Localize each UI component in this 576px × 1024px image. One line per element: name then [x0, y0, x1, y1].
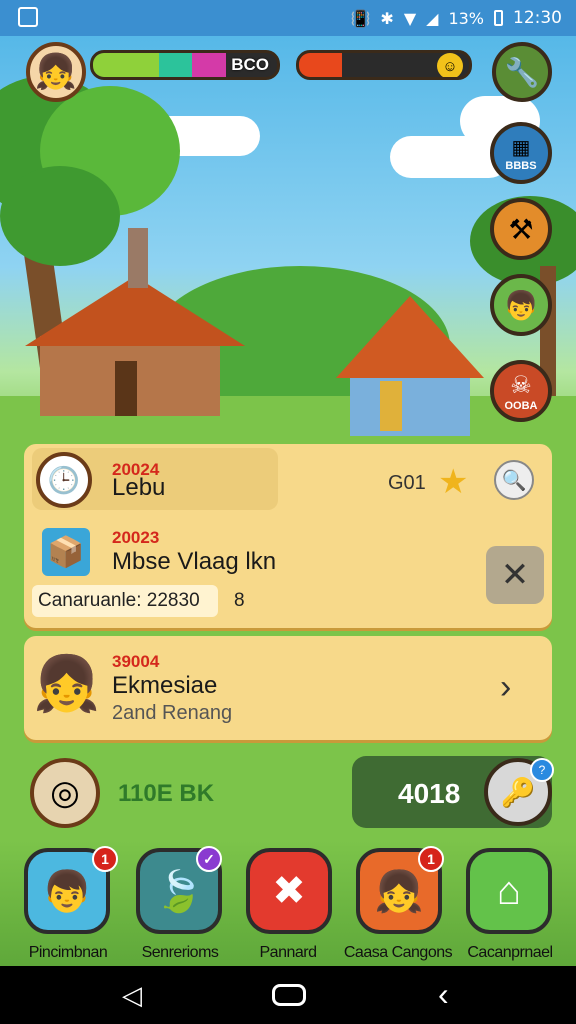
blue-house — [350, 376, 470, 436]
quest-title[interactable]: Lebu — [112, 474, 165, 502]
xp-segment — [93, 53, 127, 77]
coins-text: 110E BK — [118, 780, 215, 807]
explore-year: 39004 — [112, 652, 160, 671]
blue-house-roof — [336, 296, 484, 378]
vibrate-icon: 📳 — [350, 8, 371, 28]
energy-bar-fill — [299, 53, 342, 77]
bluetooth-icon: ✱ — [380, 8, 394, 28]
close-task-button[interactable]: ✕ — [486, 546, 544, 604]
battery-percent: 13% — [448, 8, 484, 28]
tools-button[interactable]: ⚒ — [490, 198, 552, 260]
villager-button[interactable]: 👦 — [490, 274, 552, 336]
nav-cancel-label: Pannard — [259, 944, 318, 961]
quest-count: G01 — [388, 472, 426, 494]
hammer-icon: ⚒ — [508, 213, 534, 245]
cottage-chimney — [128, 228, 148, 288]
gift-icon: 📦 — [42, 528, 90, 576]
nav-friends-badge: 1 — [418, 846, 444, 872]
energy-bar: ☺ — [296, 50, 472, 80]
settings-tools-button[interactable]: 🔧 — [492, 42, 552, 102]
pin-icon[interactable]: 🔍 — [494, 460, 534, 500]
villager-icon: 👦 — [503, 289, 539, 321]
task-year: 20023 — [112, 528, 160, 547]
xp-text: BCO — [231, 55, 269, 74]
home-pill-icon[interactable] — [272, 984, 306, 1006]
nav-home-button[interactable]: ⌂ — [466, 848, 552, 934]
gallery-icon — [18, 7, 38, 27]
leaf-icon: 🍃 — [154, 869, 204, 914]
boy-icon: 👦 — [42, 869, 92, 914]
task-caption: Canaruanle: 22830 — [38, 590, 200, 611]
map-icon: ▦ — [511, 136, 531, 159]
status-bar: 📳 ✱ ▼ ◢ 13% 12:30 — [0, 0, 576, 36]
system-nav-bar: ◁ ‹ — [0, 966, 576, 1024]
star-icon: ★ — [438, 463, 469, 501]
explore-panel[interactable] — [24, 636, 552, 740]
nav-services-label: Senrerioms — [141, 944, 219, 961]
status-icons: 📳 ✱ ▼ ◢ 13% 12:30 — [350, 8, 562, 28]
close-icon: ✕ — [500, 556, 530, 594]
signal-icon: ◢ — [426, 8, 439, 28]
map-button[interactable]: ▦ BBBS — [490, 122, 552, 184]
explore-title: Ekmesiae — [112, 672, 218, 699]
xp-segment — [192, 53, 226, 77]
player-avatar[interactable]: 👧 — [26, 42, 86, 102]
battery-icon — [494, 10, 503, 26]
chevron-right-icon[interactable]: › — [500, 668, 511, 707]
task-caption-number: 8 — [234, 590, 245, 611]
nav-people-badge: 1 — [92, 846, 118, 872]
nav-friends-label: Caasa Cangons — [343, 944, 453, 961]
back-triangle-icon[interactable]: ◁ — [122, 980, 142, 1011]
clock: 12:30 — [513, 8, 562, 28]
nav-people-label: Pincimbnan — [28, 944, 108, 961]
girl-avatar-icon: 👧 — [33, 653, 101, 714]
skull-button-label: OOBA — [504, 399, 538, 412]
key-icon: 🔑 — [500, 776, 536, 808]
nav-cancel-button[interactable]: ✖ — [246, 848, 332, 934]
clock-icon: 🕒 — [36, 452, 92, 508]
nav-services-badge: ✓ — [196, 846, 222, 872]
cottage-door — [115, 361, 137, 416]
gems-value: 4018 — [398, 778, 461, 809]
back-chevron-icon[interactable]: ‹ — [438, 976, 449, 1013]
girl-icon: 👧 — [374, 869, 424, 914]
task-title[interactable]: Mbse Vlaag lkn — [112, 548, 276, 576]
nav-home-label: Cacanprnael — [467, 944, 553, 961]
skull-button[interactable]: ☠ OOBA — [490, 360, 552, 422]
tree-foliage — [0, 166, 120, 266]
xp-bar-fill — [93, 53, 226, 77]
info-badge: ? — [530, 758, 554, 782]
blue-house-door — [380, 381, 402, 431]
wifi-icon: ▼ — [403, 8, 417, 28]
map-button-label: BBBS — [505, 159, 537, 172]
explore-subtitle: 2and Renang — [112, 702, 233, 724]
home-icon: ⌂ — [496, 868, 522, 913]
xp-bar: BCO — [90, 50, 280, 80]
xp-segment — [126, 53, 160, 77]
close-x-icon: ✖ — [272, 869, 306, 913]
compass-icon[interactable]: ◎ — [30, 758, 100, 828]
smiley-icon: ☺ — [437, 53, 463, 77]
xp-segment — [159, 53, 193, 77]
skull-icon: ☠ — [510, 371, 532, 399]
